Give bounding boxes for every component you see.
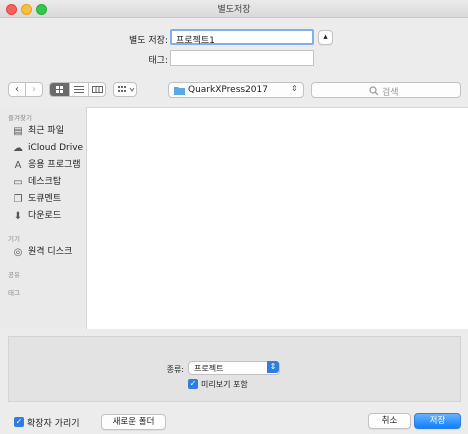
tags-field[interactable] (170, 50, 314, 66)
grid-icon (56, 86, 63, 93)
format-value: 프로젝트 (194, 364, 224, 373)
group-icon (118, 86, 135, 92)
documents-icon: ❐ (13, 194, 23, 205)
chevron-right-icon: › (32, 84, 36, 95)
tags-label: 태그: (148, 56, 168, 66)
sidebar-item-remote-disc[interactable]: ◎ 원격 디스크 (13, 245, 73, 259)
sidebar-item-label: 다운로드 (28, 211, 62, 221)
updown-chevron-icon: ⇕ (291, 84, 298, 93)
view-mode-control (49, 82, 106, 97)
cancel-button[interactable]: 취소 (368, 413, 411, 429)
include-preview-label: 미리보기 포함 (201, 380, 248, 389)
cloud-icon: ☁ (13, 143, 23, 154)
sidebar-item-label: 데스크탑 (28, 177, 62, 187)
search-placeholder: 검색 (382, 88, 399, 98)
sidebar-item-label: 최근 파일 (28, 126, 64, 136)
sidebar-item-recents[interactable]: ▤ 최근 파일 (13, 124, 64, 138)
save-as-field[interactable]: 프로젝트1 (170, 29, 314, 46)
columns-icon (92, 86, 103, 93)
save-button[interactable]: 저장 (414, 413, 461, 429)
format-popup[interactable]: 프로젝트 ⇕ (188, 361, 280, 375)
forward-button[interactable]: › (26, 83, 42, 96)
recents-icon: ▤ (13, 126, 23, 137)
list-icon (74, 86, 84, 93)
favorites-header: 즐겨찾기 (8, 114, 32, 122)
hide-extension-checkbox[interactable]: ✓ (14, 417, 24, 427)
tags-header: 태그 (8, 289, 20, 297)
back-button[interactable]: ‹ (9, 83, 26, 96)
new-folder-button[interactable]: 새로운 폴더 (101, 414, 166, 430)
back-forward-control: ‹ › (8, 82, 43, 97)
window-title: 별도저장 (217, 5, 251, 15)
checkmark-icon: ✓ (15, 417, 23, 426)
chevron-up-icon: ▴ (323, 32, 328, 42)
folder-icon (174, 87, 185, 95)
file-list[interactable] (86, 107, 468, 329)
sidebar-item-downloads[interactable]: ⬇ 다운로드 (13, 209, 61, 223)
downloads-icon: ⬇ (13, 211, 23, 222)
updown-chevron-icon: ⇕ (267, 361, 279, 373)
checkmark-icon: ✓ (189, 379, 197, 388)
sidebar-item-icloud-drive[interactable]: ☁ iCloud Drive (13, 141, 83, 155)
disc-icon: ◎ (13, 247, 23, 258)
shared-header: 공유 (8, 271, 20, 279)
include-preview-checkbox[interactable]: ✓ (188, 379, 198, 389)
hide-extension-label: 확장자 가리기 (27, 419, 80, 429)
devices-header: 기기 (8, 235, 20, 243)
sidebar-item-label: iCloud Drive (28, 143, 84, 153)
sidebar-item-label: 응용 프로그램 (28, 160, 81, 170)
column-view-button[interactable] (88, 83, 105, 96)
icon-view-button[interactable] (50, 83, 69, 96)
applications-icon: A (14, 160, 22, 171)
title-bar: 별도저장 (0, 0, 468, 18)
save-as-value: 프로젝트1 (176, 36, 215, 46)
search-field[interactable]: 검색 (311, 82, 461, 98)
sidebar-item-label: 원격 디스크 (28, 247, 73, 257)
search-icon (369, 86, 379, 96)
sidebar-item-desktop[interactable]: ▭ 데스크탑 (13, 175, 61, 189)
desktop-icon: ▭ (13, 177, 23, 188)
format-label: 종류: (166, 365, 184, 374)
list-view-button[interactable] (69, 83, 88, 96)
sidebar-item-label: 도큐멘트 (28, 194, 62, 204)
sidebar-item-documents[interactable]: ❐ 도큐멘트 (13, 192, 62, 206)
location-popup[interactable]: QuarkXPress2017 ⇕ (168, 82, 304, 98)
save-as-label: 별도 저장: (128, 36, 168, 46)
expand-dialog-button[interactable]: ▴ (318, 30, 333, 45)
location-label: QuarkXPress2017 (188, 85, 268, 95)
chevron-left-icon: ‹ (15, 84, 19, 95)
group-by-button[interactable] (113, 82, 137, 97)
sidebar-item-applications[interactable]: A 응용 프로그램 (13, 158, 81, 172)
